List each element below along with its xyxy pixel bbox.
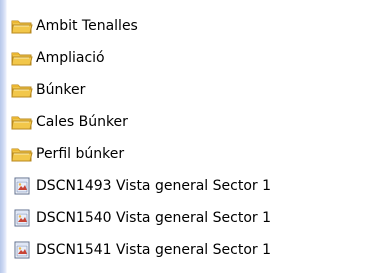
image-file-icon — [10, 240, 34, 260]
file-list-pane: Ambit Tenalles Ampliació Búnker Cales Bú… — [0, 0, 371, 273]
folder-icon — [10, 144, 34, 164]
folder-icon — [10, 16, 34, 36]
item-label: DSCN1541 Vista general Sector 1 — [36, 242, 271, 258]
item-label: Ambit Tenalles — [36, 18, 138, 34]
list-item[interactable]: Perfil búnker — [0, 138, 371, 170]
item-label: Cales Búnker — [36, 114, 128, 130]
item-label: Búnker — [36, 82, 86, 98]
folder-icon — [10, 80, 34, 100]
list-item[interactable]: DSCN1541 Vista general Sector 1 — [0, 234, 371, 266]
list-item[interactable]: DSCN1493 Vista general Sector 1 — [0, 170, 371, 202]
list-item[interactable]: Búnker — [0, 74, 371, 106]
list-item[interactable]: Ambit Tenalles — [0, 10, 371, 42]
list-item[interactable]: DSCN1540 Vista general Sector 1 — [0, 202, 371, 234]
image-file-icon — [10, 176, 34, 196]
list-item[interactable]: Cales Búnker — [0, 106, 371, 138]
item-label: DSCN1493 Vista general Sector 1 — [36, 178, 271, 194]
folder-icon — [10, 48, 34, 68]
file-list: Ambit Tenalles Ampliació Búnker Cales Bú… — [0, 10, 371, 266]
item-label: Perfil búnker — [36, 146, 125, 162]
list-item[interactable]: Ampliació — [0, 42, 371, 74]
item-label: DSCN1540 Vista general Sector 1 — [36, 210, 271, 226]
item-label: Ampliació — [36, 50, 105, 66]
folder-icon — [10, 112, 34, 132]
image-file-icon — [10, 208, 34, 228]
